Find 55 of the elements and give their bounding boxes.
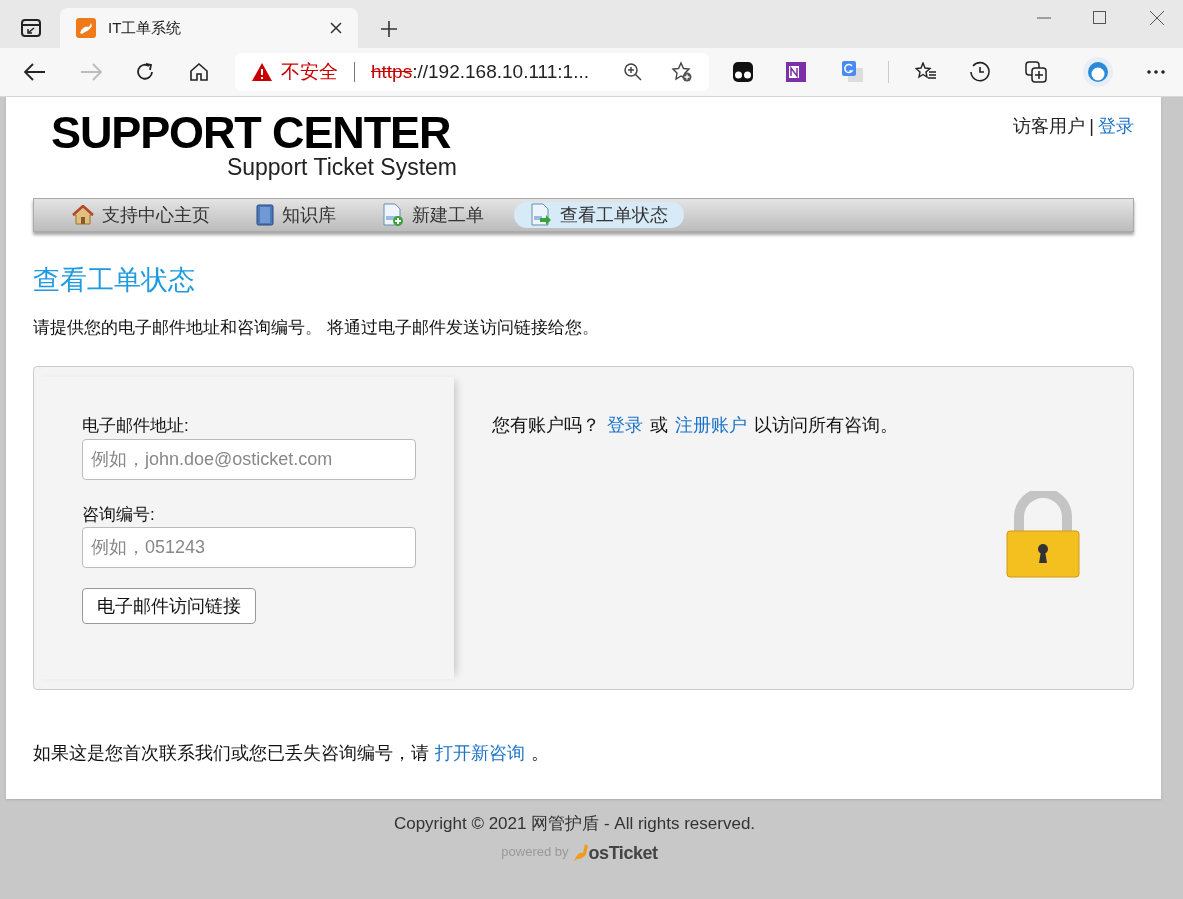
refresh-icon[interactable] [135, 62, 155, 82]
separator: | [1089, 115, 1094, 137]
translate-icon[interactable] [842, 61, 864, 83]
browser-tab[interactable]: IT工单系统 [60, 8, 358, 48]
login-link[interactable]: 登录 [607, 412, 643, 439]
house-icon [72, 205, 94, 225]
nav-tab[interactable]: 支持中心主页 [56, 202, 226, 228]
email-label: 电子邮件地址: [82, 415, 190, 437]
ticket-number-label: 咨询编号: [82, 503, 156, 526]
close-icon[interactable] [330, 22, 342, 34]
extension-icon[interactable] [733, 62, 753, 82]
security-warning: 不安全 [281, 59, 338, 84]
zoom-in-icon[interactable] [623, 62, 643, 82]
logo-title: SUPPORT CENTER [51, 110, 451, 155]
nav-tab[interactable]: 新建工单 [366, 202, 500, 228]
url-text: https://192.168.10.111:1... [371, 59, 589, 84]
nav-tab[interactable]: 查看工单状态 [514, 202, 684, 228]
ticket-number-field[interactable]: 例如，051243 [82, 527, 416, 568]
new-ticket-prompt: 如果这是您首次联系我们或您已丢失咨询编号，请 [33, 742, 429, 765]
favorites-icon[interactable] [915, 62, 937, 82]
tab-actions-icon[interactable] [21, 19, 41, 37]
account-question: 您有账户吗？ [492, 414, 600, 437]
copyright-text: Copyright © 2021 网管护盾 - All rights reserved. [393, 813, 756, 835]
add-favorite-icon[interactable] [671, 61, 693, 83]
history-icon[interactable] [969, 61, 991, 83]
register-link[interactable]: 注册账户 [675, 412, 747, 439]
intro-text: 请提供您的电子邮件地址和咨询编号。 将通过电子邮件发送访问链接给您。 [33, 316, 600, 339]
collections-icon[interactable] [1025, 61, 1047, 83]
or-text: 或 [650, 414, 668, 437]
padlock-icon [1005, 491, 1081, 579]
address-bar[interactable]: 不安全 https://192.168.10.111:1... [235, 53, 709, 91]
email-field[interactable]: 例如，john.doe@osticket.com [82, 438, 416, 480]
page-title: 查看工单状态 [33, 264, 196, 297]
home-icon[interactable] [189, 62, 209, 82]
more-icon[interactable] [1147, 70, 1165, 74]
maximize-icon[interactable] [1093, 11, 1106, 24]
tab-title: IT工单系统 [108, 17, 183, 38]
document-add-icon [382, 203, 404, 227]
notebook-icon[interactable] [786, 62, 806, 82]
new-tab-icon[interactable] [380, 20, 398, 38]
document-arrow-icon [530, 203, 552, 227]
login-link[interactable]: 登录 [1098, 113, 1134, 137]
nav-tab[interactable]: 知识库 [240, 202, 352, 228]
warning-icon [251, 62, 273, 82]
book-icon [256, 204, 274, 226]
profile-avatar-icon[interactable] [1083, 57, 1113, 87]
close-icon[interactable] [1150, 11, 1164, 25]
brand-text: osTicket [588, 843, 658, 862]
email-access-link-button[interactable]: 电子邮件访问链接 [82, 588, 256, 624]
period-text: 。 [531, 742, 549, 765]
back-icon[interactable] [24, 63, 46, 81]
logo-subtitle: Support Ticket System [226, 156, 457, 179]
open-new-ticket-link[interactable]: 打开新咨询 [435, 740, 525, 767]
access-all-text: 以访问所有咨询。 [754, 414, 898, 437]
guest-user-label: 访客用户 [1013, 115, 1086, 137]
